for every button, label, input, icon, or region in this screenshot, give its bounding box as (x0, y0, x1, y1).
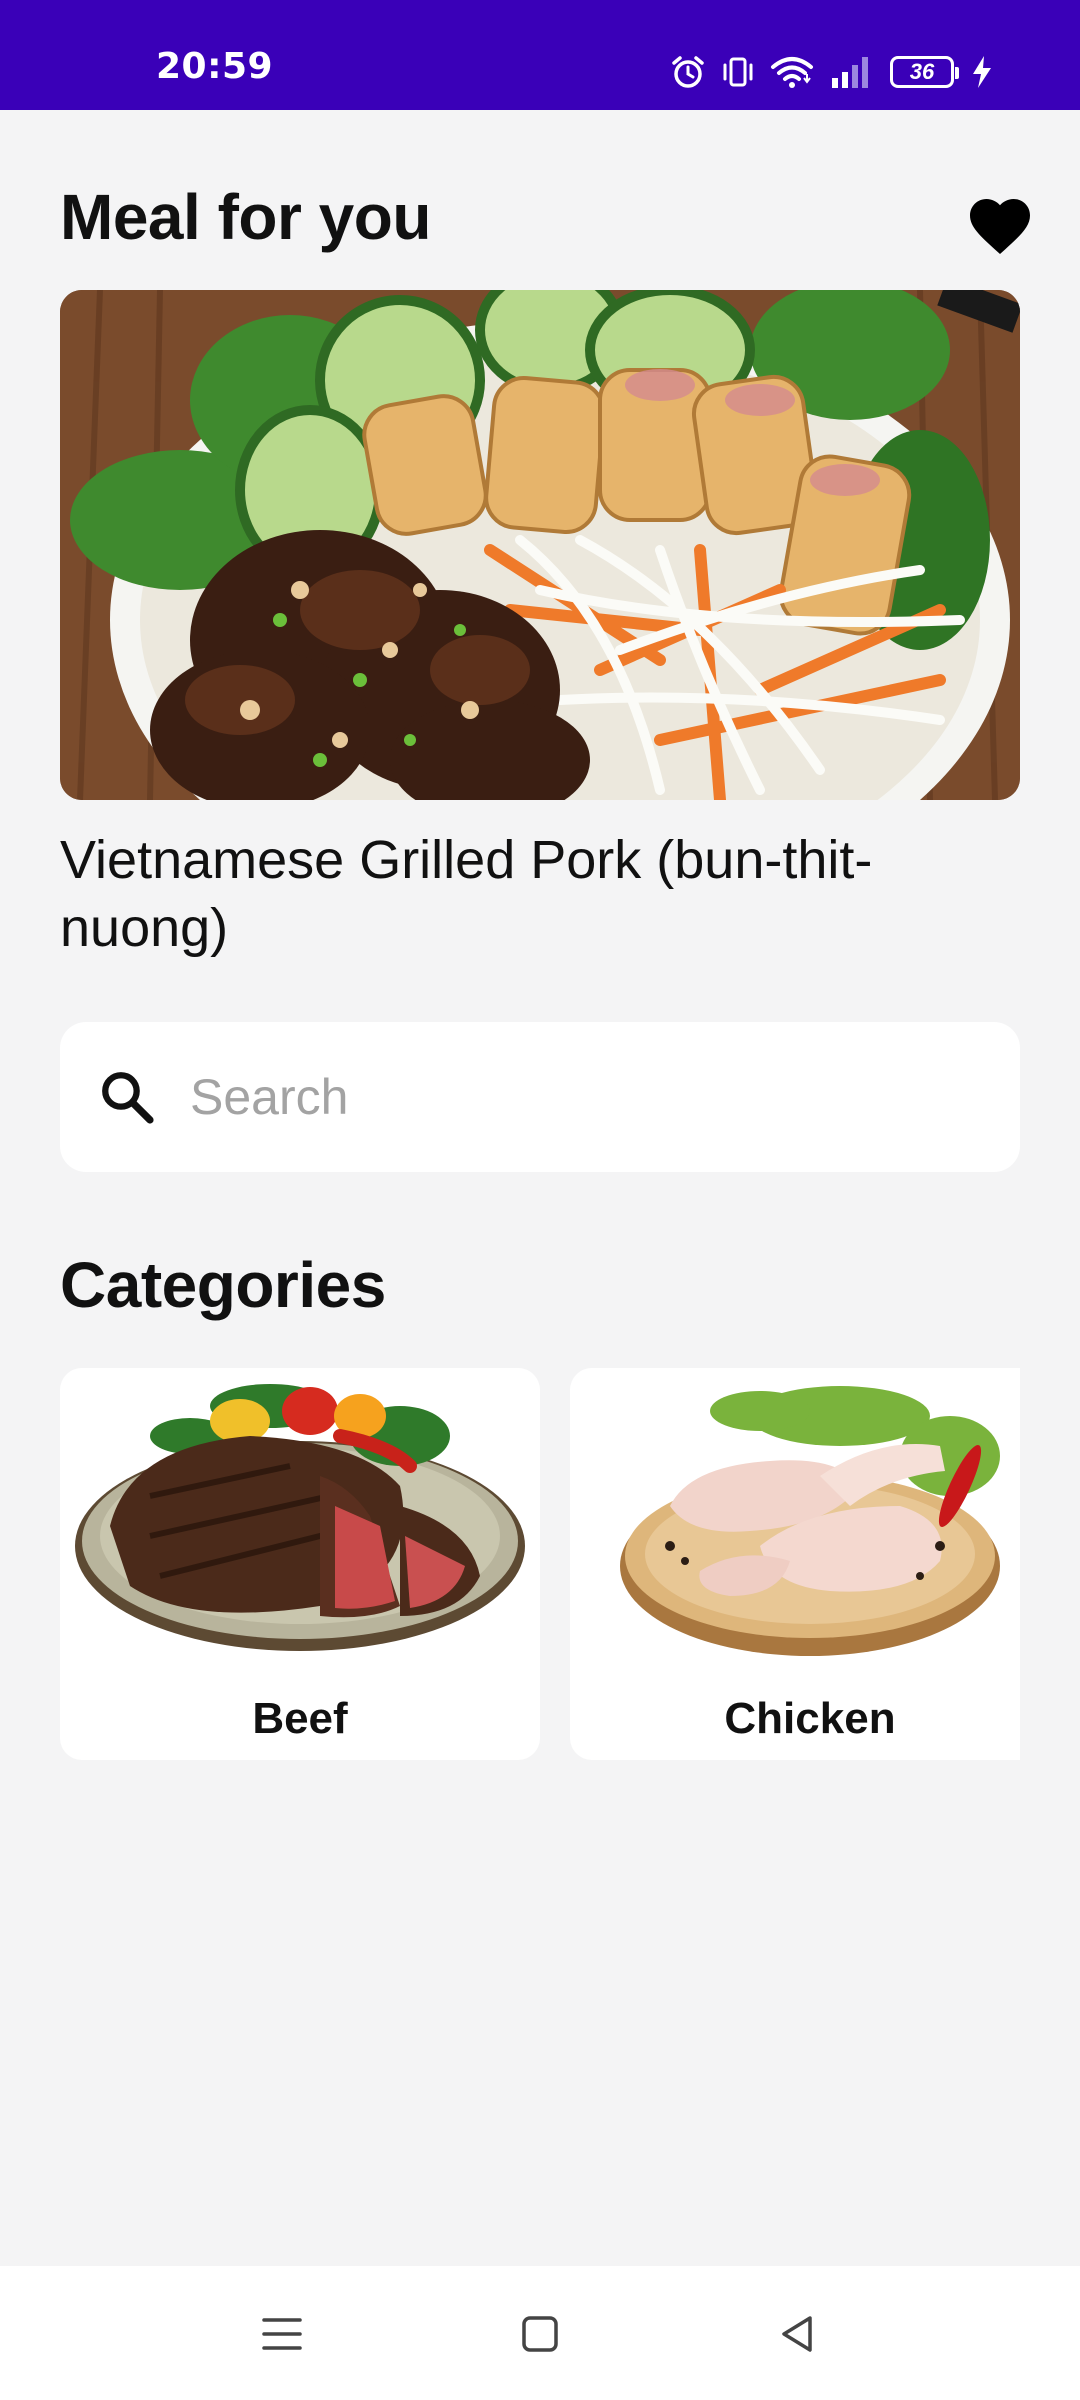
menu-icon[interactable] (258, 2310, 306, 2358)
page-title: Meal for you (60, 181, 431, 253)
signal-icon (832, 57, 868, 88)
back-icon[interactable] (774, 2310, 822, 2358)
meal-photo (60, 290, 1020, 800)
search-box[interactable] (60, 1022, 1020, 1172)
battery-level: 36 (909, 59, 935, 84)
status-icons: 36 (670, 50, 994, 94)
charging-icon (973, 56, 991, 88)
raw-chicken-photo (620, 1386, 1000, 1656)
categories-title: Categories (60, 1249, 386, 1321)
beef-steak-photo (75, 1384, 525, 1651)
system-nav-bar (0, 2266, 1080, 2400)
category-card-chicken[interactable]: Chicken (570, 1368, 1020, 1760)
favorites-button[interactable] (964, 190, 1036, 262)
category-card-beef[interactable]: Beef (60, 1368, 540, 1760)
wifi-icon (771, 57, 813, 88)
category-label-chicken: Chicken (724, 1694, 896, 1743)
alarm-icon (672, 56, 704, 88)
search-icon (102, 1072, 154, 1124)
categories-list[interactable]: Beef Chicken (60, 1368, 1020, 1760)
status-time: 20:59 (156, 46, 274, 87)
home-icon[interactable] (516, 2310, 564, 2358)
search-input[interactable] (190, 1068, 950, 1126)
status-bar: 20:59 36 (0, 0, 1080, 110)
vibrate-icon (723, 57, 753, 87)
heart-icon (970, 199, 1030, 255)
featured-meal-name[interactable]: Vietnamese Grilled Pork (bun-thit-nuong) (60, 826, 960, 962)
category-label-beef: Beef (252, 1694, 348, 1743)
featured-meal-image[interactable] (60, 290, 1020, 800)
battery-icon: 36 (890, 56, 959, 88)
